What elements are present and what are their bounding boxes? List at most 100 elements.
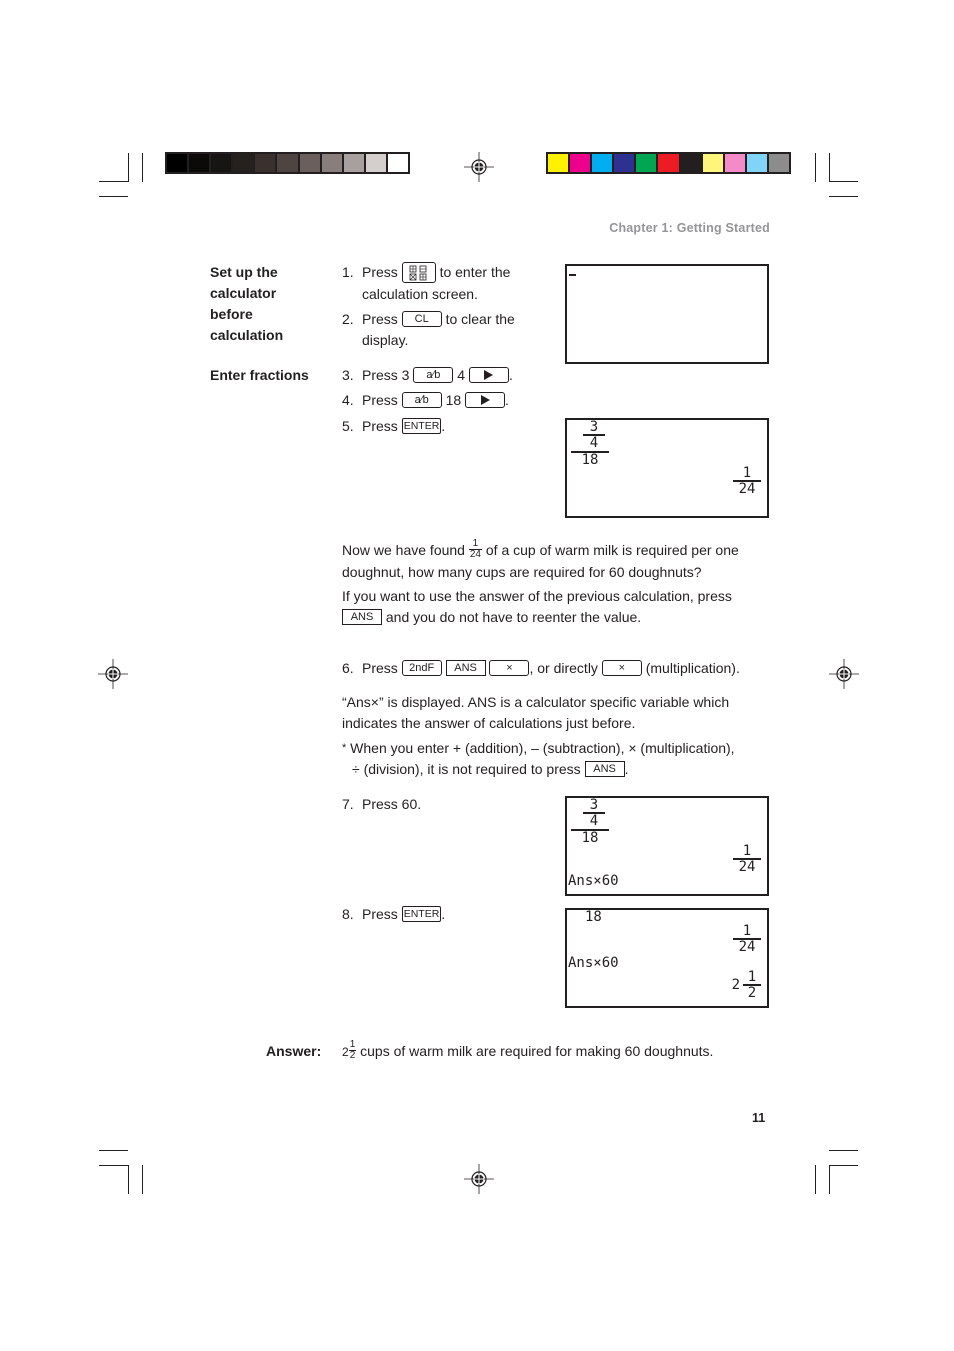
step-text-continued: display. — [362, 332, 409, 348]
color-swatch — [768, 154, 790, 172]
step-text: . — [505, 392, 509, 408]
color-swatch — [702, 154, 723, 172]
lcd-denominator: 24 — [738, 481, 756, 497]
inline-fraction: 1 24 — [468, 538, 482, 560]
ans-key[interactable]: ANS — [342, 609, 382, 626]
right-arrow-key[interactable] — [468, 367, 509, 384]
lcd-numerator: 1 — [733, 844, 761, 860]
step-text: Press — [362, 906, 398, 922]
section-title-line: calculation — [210, 327, 284, 343]
fraction-denominator: 2 — [349, 1049, 356, 1061]
color-swatch — [365, 154, 386, 172]
multiply-key[interactable]: × — [489, 660, 530, 677]
lcd-denominator: 4 — [589, 813, 599, 829]
color-swatch — [570, 154, 591, 172]
answer-fraction: 12 — [348, 1039, 357, 1061]
calculator-screen-4: 18 1 24 Ans×60 2 1 2 — [565, 908, 769, 1008]
color-swatch — [658, 154, 679, 172]
paragraph-text: Now we have found — [342, 542, 465, 558]
color-swatch — [255, 154, 276, 172]
lcd-input-line: Ans×60 — [568, 873, 619, 889]
answer-sentence: cups of warm milk are required for makin… — [360, 1043, 714, 1059]
step-text: (multiplication). — [645, 660, 740, 676]
step-6: 6. Press 2ndF ANS ×, or directly × (multi… — [342, 658, 740, 679]
color-swatch — [189, 154, 210, 172]
step-text: 18 — [445, 392, 462, 408]
lcd-result-fraction: 1 24 — [733, 466, 761, 496]
note: * When you enter + (addition), – (subtra… — [342, 738, 782, 780]
page-number: 11 — [752, 1111, 766, 1125]
color-swatch — [680, 154, 701, 172]
step-text: Press 3 — [362, 367, 410, 383]
lcd-result-fraction: 1 24 — [733, 924, 761, 954]
step-number: 2. — [342, 311, 354, 327]
step-text: Press 60. — [362, 796, 422, 812]
color-swatch — [299, 154, 320, 172]
lcd-input-line: Ans×60 — [568, 955, 619, 971]
answer-text: 212 cups of warm milk are required for m… — [342, 1039, 714, 1063]
lcd-result-fraction: 1 24 — [733, 844, 761, 874]
step-2: 2. Press CL to clear the display. — [342, 309, 515, 351]
lcd-expression-fraction: 3 4 18 — [571, 798, 609, 845]
color-swatch — [321, 154, 342, 172]
enter-key[interactable]: ENTER — [401, 418, 442, 435]
step-number: 6. — [342, 660, 354, 676]
step-number: 4. — [342, 392, 354, 408]
right-arrow-key[interactable] — [465, 392, 506, 409]
note-text: . — [624, 761, 629, 777]
fraction-key[interactable]: a⁄b — [401, 392, 442, 409]
section-title-line: Set up the — [210, 264, 278, 280]
step-number: 8. — [342, 906, 354, 922]
section-title-setup: Set up the calculator before calculation — [210, 262, 283, 346]
color-swatch — [167, 154, 188, 172]
lcd-outer-denominator: 18 — [571, 451, 609, 467]
color-swatch — [343, 154, 364, 172]
section-title-line: before — [210, 306, 253, 322]
enter-key[interactable]: ENTER — [401, 906, 442, 923]
step-text: Press — [362, 392, 398, 408]
menu-key[interactable] — [401, 261, 436, 283]
color-swatch — [636, 154, 657, 172]
color-swatch — [548, 154, 569, 172]
answer-whole: 2 — [342, 1045, 349, 1059]
lcd-scrolled-line: 18 — [585, 909, 602, 925]
lcd-whole-part: 2 — [731, 977, 740, 993]
lcd-denominator: 2 — [747, 985, 757, 1001]
step-text: to enter the — [439, 264, 511, 280]
lcd-numerator: 1 — [743, 970, 761, 986]
step-3: 3. Press 3 a⁄b 4 . — [342, 365, 513, 386]
step-text: 4 — [457, 367, 466, 383]
step-text: to clear the — [445, 311, 515, 327]
lcd-denominator: 4 — [589, 435, 599, 451]
crosshair-target-icon — [464, 1164, 494, 1194]
lcd-denominator: 24 — [738, 939, 756, 955]
color-swatch — [746, 154, 767, 172]
step-5: 5. Press ENTER. — [342, 416, 445, 437]
lcd-denominator: 24 — [738, 859, 756, 875]
multiply-key[interactable]: × — [601, 660, 642, 677]
crosshair-target-icon — [464, 152, 494, 182]
lcd-numerator: 3 — [583, 798, 605, 814]
lcd-numerator: 1 — [733, 466, 761, 482]
right-arrow-icon — [484, 370, 494, 381]
ans-key[interactable]: ANS — [445, 660, 486, 677]
step-4: 4. Press a⁄b 18 . — [342, 390, 509, 411]
calculator-screen-1 — [565, 264, 769, 364]
step-text: Press — [362, 660, 398, 676]
paragraph-text: indicates the answer of calculations jus… — [342, 715, 636, 731]
fraction-key[interactable]: a⁄b — [413, 367, 454, 384]
answer-label: Answer: — [266, 1043, 322, 1059]
note-text: ÷ (division), it is not required to pres… — [352, 761, 581, 777]
step-number: 5. — [342, 418, 354, 434]
paragraph-text: If you want to use the answer of the pre… — [342, 588, 732, 604]
paragraph-found: Now we have found 1 24 of a cup of warm m… — [342, 538, 772, 583]
cl-key[interactable]: CL — [401, 311, 442, 328]
second-function-key[interactable]: 2ndF — [401, 660, 442, 677]
ans-key[interactable]: ANS — [584, 761, 625, 778]
note-asterisk: * — [342, 742, 347, 754]
step-7: 7. Press 60. — [342, 794, 421, 815]
step-8: 8. Press ENTER. — [342, 904, 445, 925]
lcd-answer-mixed-number: 2 1 2 — [732, 970, 761, 1000]
paragraph-text: “Ans×” is displayed. ANS is a calculator… — [342, 694, 730, 710]
step-text: . — [508, 367, 513, 383]
